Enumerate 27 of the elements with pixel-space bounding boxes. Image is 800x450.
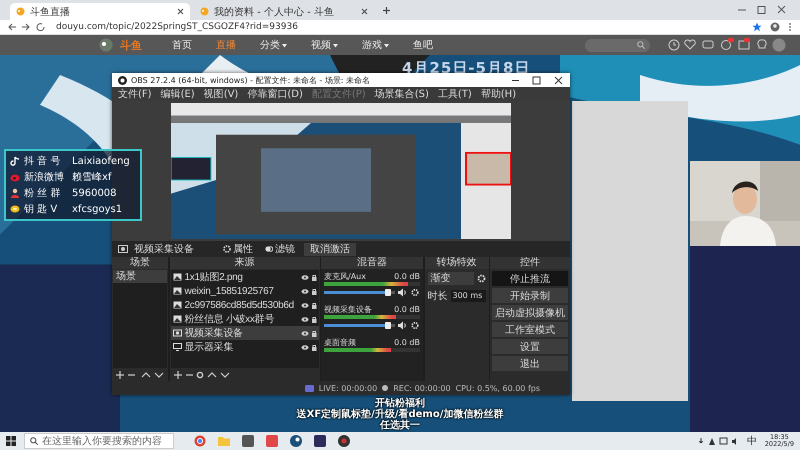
nav-link[interactable]: 鱼吧	[413, 38, 433, 52]
caret-icon	[282, 44, 287, 48]
close-icon[interactable]	[361, 8, 368, 15]
search-icon	[30, 437, 38, 445]
header-icons-drawing[interactable]	[668, 38, 786, 52]
browser-tab[interactable]: 我的资料 - 个人中心 - 斗鱼	[194, 3, 374, 20]
caret-icon	[384, 44, 389, 48]
search-icon[interactable]	[637, 41, 645, 49]
browser-tab[interactable]: 斗鱼直播	[10, 3, 190, 20]
search-field[interactable]	[585, 38, 650, 52]
search-field[interactable]: 在这里输入你要搜索的内容	[24, 433, 174, 449]
close-icon[interactable]	[177, 8, 184, 15]
more-icon[interactable]	[788, 22, 792, 32]
app-icon[interactable]	[290, 435, 302, 447]
nav-link[interactable]: 分类	[260, 38, 287, 52]
app-icon[interactable]	[338, 435, 350, 447]
star-icon[interactable]	[752, 22, 762, 32]
plus-icon[interactable]	[382, 6, 391, 14]
nav-link[interactable]: 首页	[172, 38, 192, 52]
profile-icon[interactable]	[770, 22, 780, 32]
input-method[interactable]: 中	[746, 434, 757, 448]
tray-icons-drawing[interactable]	[698, 436, 739, 446]
address-field[interactable]: douyu.com/topic/2022SpringST_CSGOZF4?rid=93936	[56, 22, 298, 32]
nav-link[interactable]: 视频	[311, 38, 338, 52]
nav-link[interactable]: 游戏	[362, 38, 389, 52]
caret-icon	[333, 44, 338, 48]
windows-icon[interactable]	[6, 436, 16, 446]
